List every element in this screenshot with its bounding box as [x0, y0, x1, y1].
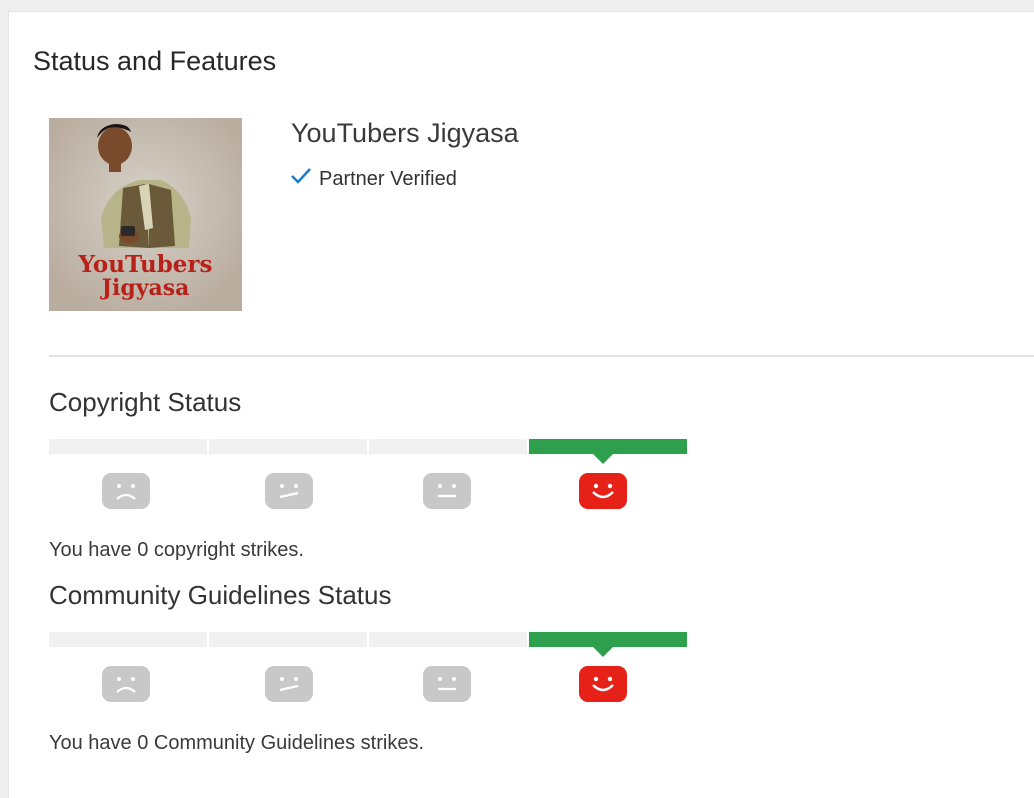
meter-segment [369, 439, 527, 454]
meter-segment [49, 632, 207, 647]
avatar-text-line1: YouTubers [78, 251, 213, 278]
meter-segment-active [529, 439, 687, 464]
meter-segment [369, 632, 527, 647]
section-divider [49, 355, 1034, 357]
meter-segment [209, 439, 367, 454]
partner-verified-badge: Partner Verified [290, 167, 457, 191]
avatar-text-line2: Jigyasa [101, 275, 190, 301]
skeptical-face-icon [264, 665, 314, 703]
community-strikes-message: You have 0 Community Guidelines strikes. [49, 732, 424, 754]
verified-label: Partner Verified [319, 167, 457, 190]
copyright-strikes-message: You have 0 copyright strikes. [49, 539, 304, 561]
copyright-strike-meter [49, 439, 689, 519]
sad-face-icon [101, 472, 151, 510]
community-status-title: Community Guidelines Status [49, 580, 392, 610]
happy-face-icon [578, 472, 628, 510]
copyright-status-title: Copyright Status [49, 387, 242, 417]
channel-avatar: YouTubers Jigyasa [49, 118, 242, 311]
sad-face-icon [101, 665, 151, 703]
meter-segment [209, 632, 367, 647]
community-strike-meter [49, 632, 689, 712]
meter-segment-active [529, 632, 687, 657]
page-title: Status and Features [33, 46, 277, 76]
status-features-card: Status and Features YouTubers Jigyasa Yo… [8, 11, 1034, 798]
neutral-face-icon [422, 665, 472, 703]
happy-face-icon [578, 665, 628, 703]
meter-segment [49, 439, 207, 454]
channel-name[interactable]: YouTubers Jigyasa [291, 118, 519, 149]
skeptical-face-icon [264, 472, 314, 510]
neutral-face-icon [422, 472, 472, 510]
checkmark-icon [290, 167, 312, 191]
